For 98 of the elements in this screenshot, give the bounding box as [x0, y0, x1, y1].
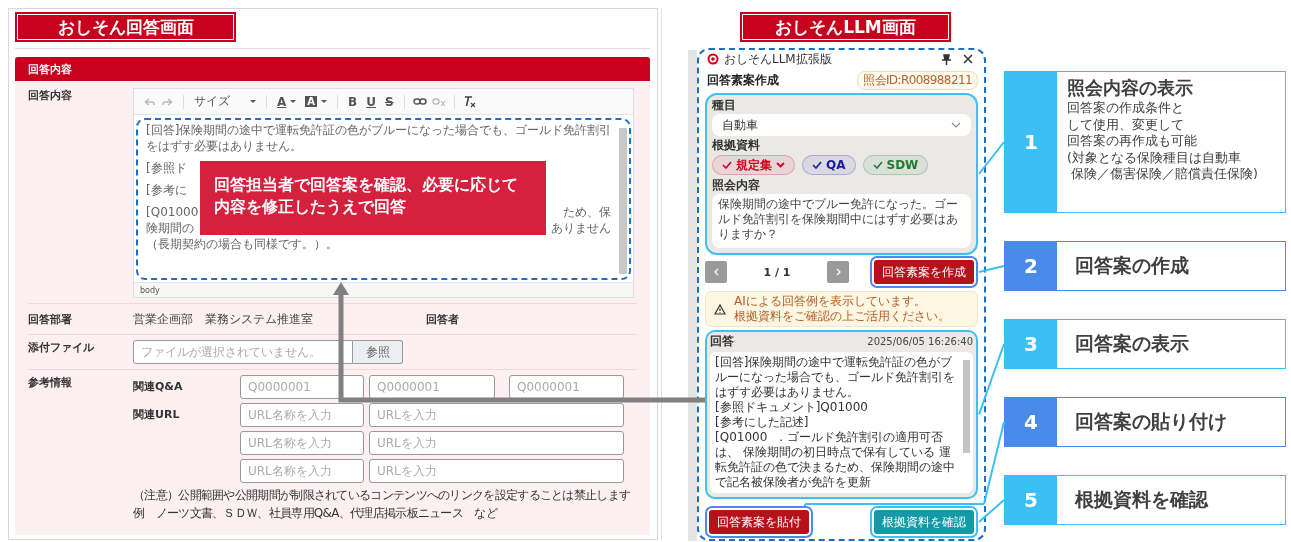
- editor-text: 険期間の: [146, 220, 194, 236]
- highlight-color-button[interactable]: A: [303, 96, 330, 107]
- qa-input[interactable]: Q0000001: [509, 375, 624, 399]
- callout-title: 回答案の作成: [1075, 253, 1189, 278]
- field-label: 回答: [710, 333, 734, 350]
- step-number: 2: [1005, 242, 1057, 290]
- chevron-down-icon: [951, 122, 961, 128]
- logo-icon: [707, 53, 719, 65]
- check-icon: [812, 161, 822, 169]
- field-value: 営業企画部 業務システム推進室: [133, 311, 314, 328]
- step-number: 1: [1005, 72, 1057, 212]
- font-size-dropdown[interactable]: サイズ: [192, 93, 258, 110]
- url-input[interactable]: URLを入力: [369, 403, 624, 427]
- check-icon: [722, 161, 732, 169]
- callout-description: して使用、変更して: [1067, 116, 1185, 133]
- field-label: 関連URL: [133, 407, 181, 422]
- source-chip[interactable]: 規定集: [712, 155, 795, 175]
- callout-description: 回答案の再作成も可能: [1067, 133, 1198, 150]
- chevron-left-icon: [712, 268, 720, 276]
- callout-title: 回答案の表示: [1075, 331, 1189, 356]
- timestamp: 2025/06/05 16:26:40: [867, 336, 973, 347]
- field-label: 回答内容: [28, 88, 73, 104]
- editor-text: [参照ド: [146, 161, 187, 175]
- chevron-right-icon: [834, 268, 842, 276]
- strikethrough-button[interactable]: S: [382, 94, 396, 109]
- callout-title: 照会内容の表示: [1067, 76, 1194, 100]
- callout-description: (対象となる保険種目は自動車: [1067, 149, 1242, 166]
- step-number: 4: [1005, 398, 1057, 446]
- callout-title: 根拠資料を確認: [1075, 487, 1208, 512]
- unlink-icon: [431, 96, 446, 107]
- qa-input[interactable]: Q0000001: [369, 375, 495, 399]
- warning-text: 根拠資料をご確認の上ご活用ください。: [734, 309, 950, 324]
- step-number: 3: [1005, 320, 1057, 368]
- screen-title: おしそんLLM画面: [740, 12, 951, 42]
- link-icon: [412, 96, 427, 107]
- field-label: 回答者: [426, 311, 459, 328]
- caret-icon: [290, 100, 297, 103]
- panel-heading: 回答素案作成: [707, 72, 779, 89]
- note-text: （注意）公開範囲や公開期間が制限されているコンテンツへのリンクを設定することは禁止します: [133, 487, 631, 504]
- editor-text: [回答]保険期間の途中で運転免許証の色がブルーになった場合でも、ゴールド免許割引をはずす必要はありません。: [146, 123, 612, 153]
- redo-icon: [161, 95, 175, 108]
- close-icon: [963, 54, 973, 64]
- editor-text: ため、保: [563, 204, 611, 220]
- url-name-input[interactable]: URL名称を入力: [240, 431, 364, 455]
- status-text: body: [140, 285, 160, 295]
- category-select[interactable]: 自動車: [712, 114, 971, 136]
- url-name-input[interactable]: URL名称を入力: [240, 403, 364, 427]
- clear-format-icon: [462, 95, 476, 108]
- warning-text: AIによる回答例を表示しています。: [734, 294, 927, 309]
- undo-icon: [142, 95, 156, 108]
- field-label: 参考情報: [28, 375, 73, 391]
- page-indicator: 1 / 1: [762, 265, 792, 279]
- annotation-text: 回答担当者で回答案を確認、必要に応じて: [214, 175, 519, 196]
- chevron-down-icon: [776, 162, 785, 168]
- editor-text: （長期契約の場合も同様です。）。: [146, 237, 338, 251]
- callout-description: 回答案の作成条件と: [1067, 100, 1185, 117]
- field-label: 回答部署: [28, 311, 73, 328]
- underline-button[interactable]: U: [364, 94, 378, 109]
- answer-text-area[interactable]: [回答]保険期間の途中で運転免許証の色がブルーになった場合でも、ゴールド免許割引をはずす必要はありません。 [参照ドキュメント]Q01000 [参考にした記述] [Q01000 . ゴールド免許割引の適用可否は、 保険期間の初日時点で保有している 運転免許証の色で決まるため、保険期間の途中で記名被保険者が免許を更新: [710, 352, 973, 493]
- qa-input[interactable]: Q0000001: [240, 375, 364, 399]
- leader-line: [978, 265, 1005, 273]
- url-input[interactable]: URLを入力: [369, 431, 624, 455]
- source-chip[interactable]: QA: [802, 155, 856, 175]
- field-label: 照会内容: [712, 178, 761, 192]
- callout-description: 保険／傷害保険／賠償責任保険): [1069, 166, 1258, 183]
- inquiry-text-area[interactable]: 保険期間の途中でブルー免許になった。ゴールド免許割引を保険期間中にはずす必要はありますか？: [712, 194, 971, 248]
- note-text: 例 ノーツ文書、ＳＤＷ、社員専用Q&A、代理店掲示板ニュース など: [133, 505, 499, 522]
- url-name-input[interactable]: URL名称を入力: [240, 459, 364, 483]
- file-input[interactable]: ファイルが選択されていません。: [133, 340, 353, 364]
- text-color-button[interactable]: A: [275, 94, 299, 109]
- browse-button[interactable]: 参照: [353, 340, 403, 364]
- field-label: 添付ファイル: [28, 340, 95, 356]
- step-number: 5: [1005, 476, 1057, 524]
- editor-text: [Q01000: [146, 204, 199, 220]
- source-chip[interactable]: SDW: [862, 155, 929, 175]
- url-input[interactable]: URLを入力: [369, 459, 624, 483]
- annotation-text: 内容を修正したうえで回答: [214, 197, 407, 218]
- field-label: 根拠資料: [712, 138, 761, 152]
- close-button[interactable]: [960, 52, 976, 66]
- field-label: 種目: [712, 98, 737, 112]
- section-header: 回答内容: [15, 57, 650, 81]
- editor-text: [参考に: [146, 183, 187, 197]
- bold-button[interactable]: B: [346, 94, 360, 109]
- caret-icon: [250, 100, 256, 103]
- pin-icon: [941, 53, 952, 65]
- caret-icon: [321, 100, 328, 103]
- warning-icon: [714, 303, 726, 315]
- inquiry-id-badge: 照会ID:R008988211: [857, 71, 978, 90]
- answer-text: [参考にした記述]: [715, 415, 810, 430]
- answer-text: [Q01000 . ゴールド免許割引の適用可否は、 保険期間の初日時点で保有している 運転免許証の色で決まるため、保険期間の途中で記名被保険者が免許を更新: [715, 430, 956, 490]
- check-icon: [872, 161, 883, 169]
- field-label: 関連Q&A: [133, 379, 184, 394]
- screen-title: おしそん回答画面: [15, 12, 236, 42]
- answer-text: [参照ドキュメント]Q01000: [715, 400, 869, 415]
- editor-text: ありません: [551, 220, 611, 236]
- app-title: おしそんLLM拡張版: [724, 50, 832, 68]
- callout-title: 回答案の貼り付け: [1075, 409, 1227, 434]
- answer-text: [回答]保険期間の途中で運転免許証の色がブルーになった場合でも、ゴールド免許割引をはずす必要はありません。: [715, 355, 956, 400]
